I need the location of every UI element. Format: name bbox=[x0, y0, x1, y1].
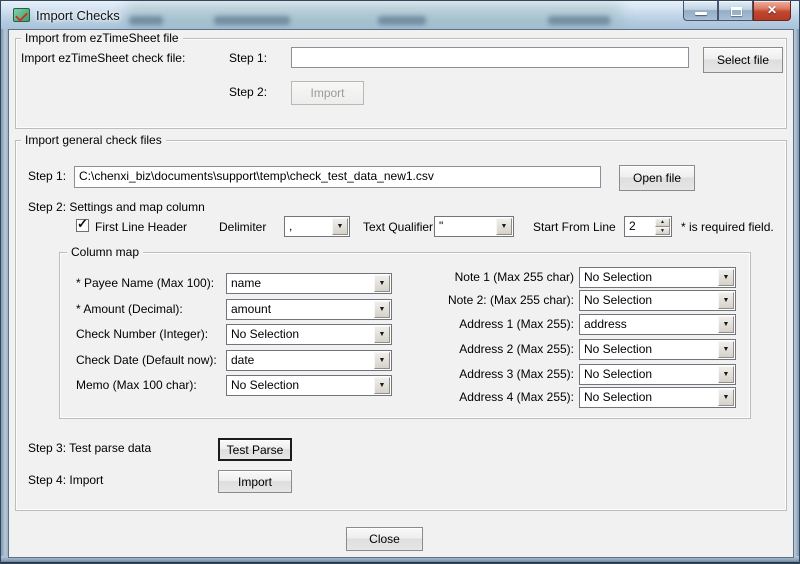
note1-value: No Selection bbox=[584, 270, 715, 284]
amount-label: * Amount (Decimal): bbox=[76, 302, 183, 316]
step3-label: Step 3: Test parse data bbox=[28, 441, 151, 455]
text-qualifier-label: Text Qualifier bbox=[363, 220, 433, 234]
general-step1-label: Step 1: bbox=[28, 169, 66, 183]
window-title: Import Checks bbox=[36, 8, 120, 23]
import-checks-app-icon bbox=[13, 8, 30, 22]
payee-name-value: name bbox=[231, 276, 371, 290]
address4-value: No Selection bbox=[584, 390, 715, 404]
check-date-select[interactable]: date ▼ bbox=[226, 350, 392, 371]
amount-select[interactable]: amount ▼ bbox=[226, 299, 392, 320]
chevron-down-icon[interactable]: ▼ bbox=[718, 292, 734, 309]
window-frame-left bbox=[1, 29, 8, 556]
chevron-down-icon[interactable]: ▼ bbox=[718, 389, 734, 406]
address4-label: Address 4 (Max 255): bbox=[429, 390, 574, 404]
general-step2-label: Step 2: Settings and map column bbox=[28, 200, 205, 214]
close-window-button[interactable]: ✕ bbox=[753, 1, 791, 21]
text-qualifier-value: " bbox=[439, 219, 493, 233]
chevron-down-icon[interactable]: ▼ bbox=[374, 301, 390, 318]
background-blur-shape bbox=[214, 16, 290, 25]
chevron-down-icon[interactable]: ▼ bbox=[496, 218, 512, 235]
title-bar[interactable]: Import Checks ✕ bbox=[1, 1, 799, 29]
address2-value: No Selection bbox=[584, 342, 715, 356]
chevron-down-icon[interactable]: ▼ bbox=[374, 326, 390, 343]
chevron-down-icon[interactable]: ▼ bbox=[332, 218, 348, 235]
background-blur-shape bbox=[129, 16, 163, 25]
aero-glass-tint bbox=[126, 1, 621, 29]
memo-select[interactable]: No Selection ▼ bbox=[226, 375, 392, 396]
check-number-select[interactable]: No Selection ▼ bbox=[226, 324, 392, 345]
eztimesheet-group-title: Import from ezTimeSheet file bbox=[21, 31, 183, 45]
spin-up-icon[interactable]: ▲ bbox=[655, 218, 670, 227]
minimize-icon bbox=[695, 12, 707, 15]
chevron-down-icon[interactable]: ▼ bbox=[374, 377, 390, 394]
address1-value: address bbox=[584, 317, 715, 331]
open-file-button[interactable]: Open file bbox=[619, 165, 695, 191]
eztimesheet-step2-label: Step 2: bbox=[229, 85, 267, 99]
chevron-down-icon[interactable]: ▼ bbox=[718, 316, 734, 333]
delimiter-value: , bbox=[289, 219, 329, 233]
background-blur-shape bbox=[378, 16, 426, 25]
memo-label: Memo (Max 100 char): bbox=[76, 378, 197, 392]
note2-select[interactable]: No Selection ▼ bbox=[579, 290, 736, 311]
address3-label: Address 3 (Max 255): bbox=[429, 367, 574, 381]
address1-select[interactable]: address ▼ bbox=[579, 314, 736, 335]
address2-select[interactable]: No Selection ▼ bbox=[579, 339, 736, 360]
close-button[interactable]: Close bbox=[346, 527, 423, 551]
address3-select[interactable]: No Selection ▼ bbox=[579, 364, 736, 385]
note1-select[interactable]: No Selection ▼ bbox=[579, 267, 736, 288]
eztimesheet-step1-label: Step 1: bbox=[229, 51, 267, 65]
maximize-icon bbox=[731, 7, 742, 16]
select-file-button[interactable]: Select file bbox=[703, 47, 783, 73]
required-field-note: * is required field. bbox=[681, 220, 774, 234]
amount-value: amount bbox=[231, 302, 371, 316]
payee-name-select[interactable]: name ▼ bbox=[226, 273, 392, 294]
checkmark-icon: ✓ bbox=[77, 216, 88, 232]
minimize-button[interactable] bbox=[683, 1, 718, 21]
address2-label: Address 2 (Max 255): bbox=[429, 342, 574, 356]
text-qualifier-select[interactable]: " ▼ bbox=[434, 216, 514, 237]
caption-buttons: ✕ bbox=[683, 1, 791, 21]
eztimesheet-file-input[interactable] bbox=[291, 47, 689, 68]
note1-label: Note 1 (Max 255 char) bbox=[429, 270, 574, 284]
address3-value: No Selection bbox=[584, 367, 715, 381]
payee-name-label: * Payee Name (Max 100): bbox=[76, 276, 214, 290]
dialog-client-area: Import from ezTimeSheet file Import ezTi… bbox=[8, 29, 794, 558]
maximize-button[interactable] bbox=[718, 1, 753, 21]
first-line-header-checkbox[interactable]: ✓ bbox=[76, 219, 89, 232]
check-date-value: date bbox=[231, 353, 371, 367]
chevron-down-icon[interactable]: ▼ bbox=[374, 275, 390, 292]
close-icon: ✕ bbox=[754, 3, 790, 17]
delimiter-select[interactable]: , ▼ bbox=[284, 216, 350, 237]
step4-label: Step 4: Import bbox=[28, 473, 103, 487]
chevron-down-icon[interactable]: ▼ bbox=[718, 366, 734, 383]
start-from-line-value: 2 bbox=[629, 219, 636, 233]
note2-value: No Selection bbox=[584, 293, 715, 307]
eztimesheet-file-label: Import ezTimeSheet check file: bbox=[21, 51, 185, 65]
chevron-down-icon[interactable]: ▼ bbox=[718, 269, 734, 286]
start-from-line-stepper[interactable]: 2 ▲ ▼ bbox=[624, 216, 672, 237]
first-line-header-label: First Line Header bbox=[95, 220, 187, 234]
general-import-button[interactable]: Import bbox=[218, 470, 292, 493]
column-map-title: Column map bbox=[67, 245, 143, 259]
background-blur-shape bbox=[548, 16, 610, 25]
check-number-label: Check Number (Integer): bbox=[76, 327, 208, 341]
delimiter-label: Delimiter bbox=[219, 220, 266, 234]
note2-label: Note 2: (Max 255 char): bbox=[429, 293, 574, 307]
test-parse-button[interactable]: Test Parse bbox=[218, 438, 292, 461]
start-from-line-label: Start From Line bbox=[533, 220, 616, 234]
check-number-value: No Selection bbox=[231, 327, 371, 341]
memo-value: No Selection bbox=[231, 378, 371, 392]
address4-select[interactable]: No Selection ▼ bbox=[579, 387, 736, 408]
address1-label: Address 1 (Max 255): bbox=[429, 317, 574, 331]
eztimesheet-import-button[interactable]: Import bbox=[291, 81, 364, 105]
import-checks-window: Import Checks ✕ Import from ezTimeSheet … bbox=[0, 0, 800, 564]
chevron-down-icon[interactable]: ▼ bbox=[718, 341, 734, 358]
spin-down-icon[interactable]: ▼ bbox=[655, 227, 670, 236]
check-file-path-input[interactable]: C:\chenxi_biz\documents\support\temp\che… bbox=[74, 166, 601, 188]
check-date-label: Check Date (Default now): bbox=[76, 353, 217, 367]
chevron-down-icon[interactable]: ▼ bbox=[374, 352, 390, 369]
general-group-title: Import general check files bbox=[21, 133, 166, 147]
